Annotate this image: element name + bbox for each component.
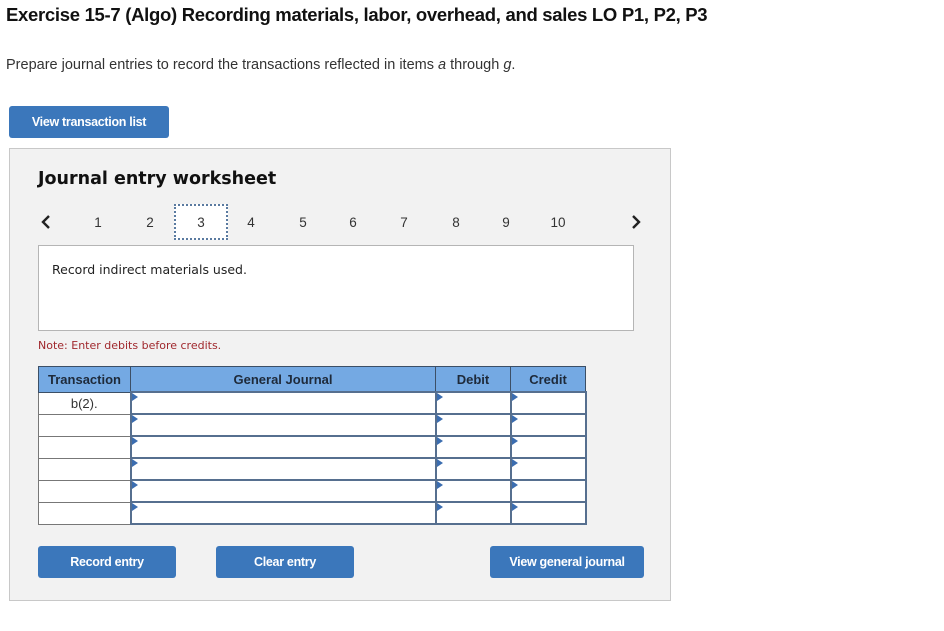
clear-entry-button[interactable]: Clear entry: [216, 546, 354, 578]
journal-entry-table: Transaction General Journal Debit Credit…: [38, 366, 587, 525]
worksheet-title: Journal entry worksheet: [38, 169, 277, 189]
account-input[interactable]: [131, 393, 435, 413]
instruction-item-start: a: [438, 57, 447, 73]
column-header-debit: Debit: [435, 366, 511, 393]
debit-input[interactable]: [436, 481, 510, 501]
credit-cell[interactable]: [509, 457, 587, 481]
pager-page-5[interactable]: 5: [288, 204, 318, 240]
credit-cell[interactable]: [509, 501, 587, 525]
pager-page-7[interactable]: 7: [389, 204, 419, 240]
table-row: [38, 501, 587, 525]
table-row: [38, 479, 587, 503]
credit-cell[interactable]: [509, 479, 587, 503]
credit-cell[interactable]: [509, 435, 587, 459]
chevron-left-icon: [41, 215, 50, 229]
column-header-general-journal: General Journal: [130, 366, 436, 393]
table-row: [38, 435, 587, 459]
column-header-transaction: Transaction: [38, 366, 131, 393]
instruction-suffix: .: [511, 57, 516, 73]
transaction-cell: [38, 435, 131, 459]
account-input[interactable]: [131, 415, 435, 435]
entry-description-box: Record indirect materials used.: [38, 245, 634, 331]
account-cell[interactable]: [129, 391, 437, 415]
account-cell[interactable]: [129, 413, 437, 437]
pager-page-1[interactable]: 1: [83, 204, 113, 240]
instruction-middle: through: [446, 57, 504, 73]
instructions: Prepare journal entries to record the tr…: [6, 57, 515, 73]
instruction-prefix: Prepare journal entries to record the tr…: [6, 57, 438, 73]
debits-credits-note: Note: Enter debits before credits.: [38, 339, 222, 352]
debit-input[interactable]: [436, 437, 510, 457]
transaction-cell: [38, 479, 131, 503]
pager-page-2[interactable]: 2: [135, 204, 165, 240]
debit-cell[interactable]: [434, 391, 512, 415]
pager-page-8[interactable]: 8: [441, 204, 471, 240]
pager-prev-button[interactable]: [36, 204, 56, 240]
credit-cell[interactable]: [509, 391, 587, 415]
pager-page-6[interactable]: 6: [338, 204, 368, 240]
pager-page-3-active[interactable]: 3: [174, 204, 228, 240]
credit-input[interactable]: [511, 415, 585, 435]
entry-pager: 1 2 3 4 5 6 7 8 9 10: [10, 204, 672, 240]
transaction-cell: [38, 413, 131, 437]
table-header-row: Transaction General Journal Debit Credit: [38, 366, 586, 393]
credit-input[interactable]: [511, 481, 585, 501]
column-header-credit: Credit: [510, 366, 586, 393]
credit-input[interactable]: [511, 393, 585, 413]
view-general-journal-button[interactable]: View general journal: [490, 546, 644, 578]
pager-page-9[interactable]: 9: [491, 204, 521, 240]
table-row: b(2).: [38, 391, 587, 415]
account-cell[interactable]: [129, 479, 437, 503]
debit-cell[interactable]: [434, 435, 512, 459]
account-cell[interactable]: [129, 501, 437, 525]
table-row: [38, 413, 587, 437]
table-row: [38, 457, 587, 481]
debit-input[interactable]: [436, 503, 510, 523]
account-input[interactable]: [131, 459, 435, 479]
credit-input[interactable]: [511, 503, 585, 523]
view-transaction-list-button[interactable]: View transaction list: [9, 106, 169, 138]
debit-input[interactable]: [436, 459, 510, 479]
pager-page-4[interactable]: 4: [236, 204, 266, 240]
pager-page-10[interactable]: 10: [540, 204, 576, 240]
exercise-title: Exercise 15-7 (Algo) Recording materials…: [6, 4, 708, 25]
pager-next-button[interactable]: [626, 204, 646, 240]
debit-input[interactable]: [436, 415, 510, 435]
transaction-cell: [38, 457, 131, 481]
debit-input[interactable]: [436, 393, 510, 413]
journal-entry-worksheet-panel: Journal entry worksheet 1 2 3 4 5 6 7 8 …: [9, 148, 671, 601]
account-input[interactable]: [131, 437, 435, 457]
account-input[interactable]: [131, 481, 435, 501]
debit-cell[interactable]: [434, 457, 512, 481]
account-cell[interactable]: [129, 457, 437, 481]
debit-cell[interactable]: [434, 479, 512, 503]
record-entry-button[interactable]: Record entry: [38, 546, 176, 578]
entry-description: Record indirect materials used.: [52, 262, 247, 277]
debit-cell[interactable]: [434, 501, 512, 525]
credit-cell[interactable]: [509, 413, 587, 437]
account-input[interactable]: [131, 503, 435, 523]
credit-input[interactable]: [511, 437, 585, 457]
credit-input[interactable]: [511, 459, 585, 479]
account-cell[interactable]: [129, 435, 437, 459]
chevron-right-icon: [632, 215, 641, 229]
transaction-cell: b(2).: [38, 391, 131, 415]
debit-cell[interactable]: [434, 413, 512, 437]
transaction-cell: [38, 501, 131, 525]
